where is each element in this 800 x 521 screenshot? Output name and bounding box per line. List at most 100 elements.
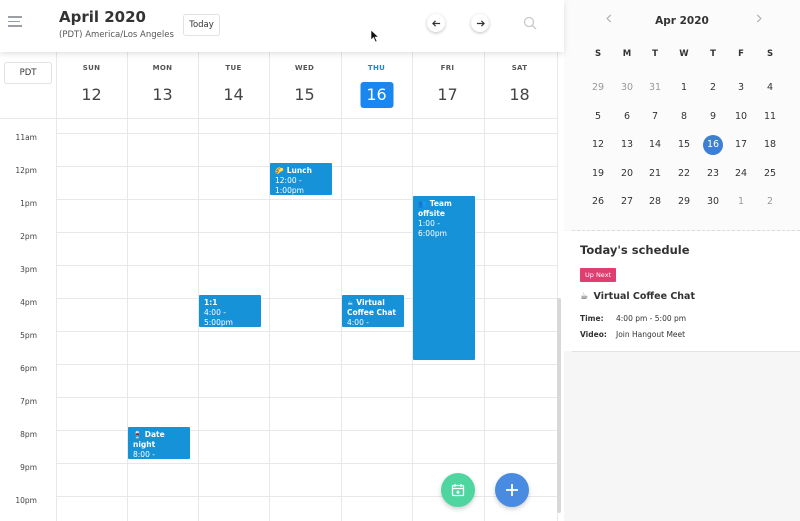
- day-number: 14: [223, 85, 244, 104]
- day-number: 17: [437, 85, 458, 104]
- day-number: 12: [81, 85, 102, 104]
- mini-calendar-day[interactable]: 2: [760, 192, 780, 212]
- mini-calendar-day[interactable]: 17: [731, 135, 751, 155]
- mini-day-of-week: T: [652, 49, 658, 59]
- mini-calendar-day[interactable]: 20: [617, 164, 637, 184]
- hour-label: 4pm: [20, 298, 37, 307]
- mini-calendar: Apr 2020 S M T W T F S 29 30 31 1 2 3 4 5 6 7 8 9 10 11 12 13 1…: [564, 0, 800, 230]
- hour-label: 5pm: [20, 331, 37, 340]
- join-hangout-link[interactable]: Join Hangout Meet: [616, 330, 685, 339]
- mini-calendar-day[interactable]: 1: [674, 78, 694, 98]
- chevron-right-icon: [756, 14, 762, 23]
- event-time: 8:00 - 9:00pm: [133, 450, 155, 459]
- mini-calendar-day[interactable]: 31: [645, 78, 665, 98]
- time-value: 4:00 pm - 5:00 pm: [616, 314, 687, 323]
- mini-calendar-day[interactable]: 26: [588, 192, 608, 212]
- arrow-right-icon: [476, 19, 485, 27]
- event-title: 👥 Team offsite: [418, 199, 470, 219]
- schedule-event-title[interactable]: ☕ Virtual Coffee Chat: [580, 291, 695, 302]
- day-of-week-label: THU: [367, 64, 386, 72]
- side-panel: Apr 2020 S M T W T F S 29 30 31 1 2 3 4 5 6 7 8 9 10 11 12 13 1…: [564, 0, 800, 521]
- mini-day-of-week: W: [679, 49, 689, 59]
- grid-column-line: [484, 52, 485, 521]
- mini-calendar-day[interactable]: 10: [731, 107, 751, 127]
- top-bar: April 2020 (PDT) America/Los Angeles Tod…: [0, 0, 564, 52]
- search-icon[interactable]: [523, 16, 537, 30]
- hour-label: 7pm: [20, 397, 37, 406]
- event-title: 1:1: [204, 298, 256, 308]
- next-week-button[interactable]: [471, 14, 489, 32]
- calendar-event[interactable]: 1:1 4:00 - 5:00pm: [199, 295, 261, 327]
- mini-calendar-day[interactable]: 6: [617, 107, 637, 127]
- schedule-video-row: Video: Join Hangout Meet: [580, 330, 685, 339]
- video-label: Video:: [580, 330, 607, 339]
- mini-calendar-day[interactable]: 1: [731, 192, 751, 212]
- grid-hour-line: [56, 199, 558, 200]
- day-number: 16: [360, 82, 393, 108]
- mini-calendar-day[interactable]: 30: [703, 192, 723, 212]
- event-emoji-icon: ☕: [347, 299, 354, 307]
- day-of-week-label: TUE: [225, 64, 242, 72]
- mini-calendar-day[interactable]: 30: [617, 78, 637, 98]
- mini-calendar-day[interactable]: 27: [617, 192, 637, 212]
- day-of-week-label: SAT: [511, 64, 528, 72]
- mini-calendar-day[interactable]: 23: [703, 164, 723, 184]
- mini-calendar-day[interactable]: 15: [674, 135, 694, 155]
- mini-calendar-day[interactable]: 14: [645, 135, 665, 155]
- day-header-sat[interactable]: SAT 18: [484, 52, 555, 118]
- mini-calendar-day[interactable]: 22: [674, 164, 694, 184]
- mini-next-month-button[interactable]: [756, 14, 763, 26]
- day-of-week-label: WED: [294, 64, 315, 72]
- calendar-event[interactable]: 🍷Date night8:00 - 9:00pm: [128, 427, 190, 459]
- mini-calendar-day[interactable]: 21: [645, 164, 665, 184]
- day-header-sun[interactable]: SUN 12: [56, 52, 127, 118]
- prev-week-button[interactable]: [427, 14, 445, 32]
- mini-calendar-day[interactable]: 19: [588, 164, 608, 184]
- add-event-button[interactable]: [495, 473, 529, 507]
- hour-label: 3pm: [20, 265, 37, 274]
- grid-hour-line: [56, 232, 558, 233]
- scrollbar[interactable]: [557, 298, 561, 513]
- mini-calendar-day[interactable]: 29: [588, 78, 608, 98]
- mini-calendar-day[interactable]: 29: [674, 192, 694, 212]
- mouse-cursor-icon: [370, 29, 380, 43]
- mini-calendar-day[interactable]: 12: [588, 135, 608, 155]
- day-header-wed[interactable]: WED 15: [269, 52, 340, 118]
- mini-calendar-day[interactable]: 9: [703, 107, 723, 127]
- hour-label: 8pm: [20, 430, 37, 439]
- mini-calendar-day[interactable]: 13: [617, 135, 637, 155]
- mini-calendar-day[interactable]: 16: [703, 135, 723, 155]
- menu-icon[interactable]: [8, 16, 22, 28]
- calendar-event[interactable]: 👥 Team offsite 1:00 - 6:00pm: [413, 196, 475, 360]
- mini-calendar-day[interactable]: 7: [645, 107, 665, 127]
- event-time: 4:00 - 5:00pm: [347, 318, 369, 327]
- day-number: 15: [294, 85, 315, 104]
- mini-calendar-day[interactable]: 5: [588, 107, 608, 127]
- mini-calendar-day[interactable]: 18: [760, 135, 780, 155]
- day-header-mon[interactable]: MON 13: [127, 52, 198, 118]
- mini-day-of-week: T: [710, 49, 716, 59]
- timezone-button[interactable]: PDT: [4, 62, 52, 84]
- mini-calendar-day[interactable]: 2: [703, 78, 723, 98]
- hour-label: 10pm: [15, 496, 37, 505]
- grid-hour-line: [56, 331, 558, 332]
- mini-calendar-day[interactable]: 8: [674, 107, 694, 127]
- day-header-fri[interactable]: FRI 17: [412, 52, 483, 118]
- grid-hour-line: [56, 463, 558, 464]
- page-title: April 2020: [59, 8, 146, 26]
- plus-icon: [506, 484, 518, 496]
- calendar-event[interactable]: 🌮 Lunch 12:00 - 1:00pm: [270, 163, 332, 195]
- mini-calendar-day[interactable]: 4: [760, 78, 780, 98]
- mini-calendar-day[interactable]: 3: [731, 78, 751, 98]
- day-header-tue[interactable]: TUE 14: [198, 52, 269, 118]
- today-button[interactable]: Today: [183, 14, 220, 36]
- mini-calendar-day[interactable]: 11: [760, 107, 780, 127]
- mini-calendar-day[interactable]: 28: [645, 192, 665, 212]
- mini-day-of-week: M: [622, 49, 632, 59]
- day-header-thu[interactable]: THU 16: [341, 52, 412, 118]
- event-title: 🌮 Lunch: [275, 166, 327, 176]
- calendar-event[interactable]: ☕Virtual Coffee Chat4:00 - 5:00pm: [342, 295, 404, 327]
- mini-calendar-day[interactable]: 25: [760, 164, 780, 184]
- schedule-fab-button[interactable]: [441, 473, 475, 507]
- mini-calendar-day[interactable]: 24: [731, 164, 751, 184]
